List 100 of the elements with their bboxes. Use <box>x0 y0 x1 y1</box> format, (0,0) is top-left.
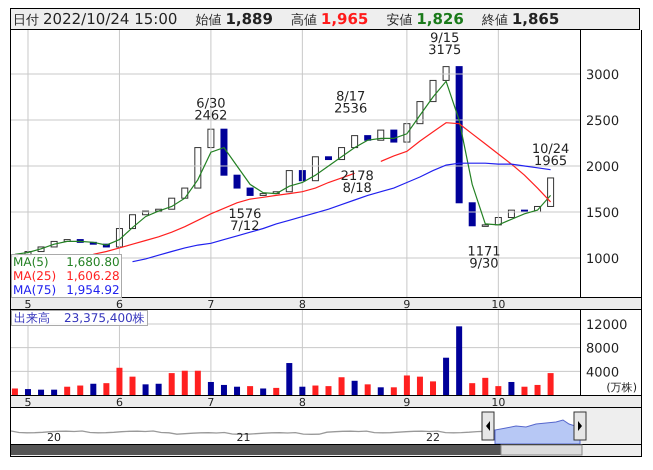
candlestick <box>234 174 241 189</box>
month-label: 9 <box>403 396 410 408</box>
candlestick <box>338 147 346 160</box>
year-label: 20 <box>47 431 61 444</box>
volume-bar <box>90 384 96 395</box>
volume-bar <box>364 384 371 395</box>
field-value: 2022/10/24 15:00 <box>43 10 178 28</box>
volume-bar <box>64 386 70 395</box>
volume-bar <box>194 370 201 395</box>
month-label: 7 <box>207 396 214 408</box>
candlestick <box>442 66 450 81</box>
annotation-label: 8/18 <box>342 180 372 196</box>
month-label: 10 <box>491 396 506 408</box>
field-label: 高値 <box>290 12 317 28</box>
field-label: 始値 <box>195 12 222 28</box>
volume-bar <box>404 375 410 395</box>
candlestick <box>286 170 293 192</box>
unit-label: (万株) <box>606 381 637 394</box>
month-label: 5 <box>24 298 32 310</box>
range-handle[interactable] <box>574 412 586 440</box>
month-label: 6 <box>116 396 123 408</box>
volume-bar <box>495 386 502 395</box>
volume-bar <box>534 384 541 395</box>
axis-tick-label: 8000 <box>586 342 620 357</box>
axis-tick-label: 1000 <box>586 252 620 267</box>
legend-value: 1,680.80 <box>66 255 120 269</box>
volume-bar <box>521 386 528 395</box>
legend-label: MA(25) <box>13 269 56 283</box>
scrollbar-thumb[interactable] <box>500 444 582 456</box>
axis-tick-label: 12000 <box>586 318 628 333</box>
year-label: 22 <box>426 431 440 444</box>
legend-label: 出来高 <box>14 311 50 325</box>
volume-bar <box>338 377 345 395</box>
volume-bar <box>220 384 227 395</box>
field-label: 安値 <box>386 12 412 28</box>
legend-label: MA(75) <box>13 283 56 297</box>
volume-bar <box>51 390 58 395</box>
volume-bar <box>77 386 84 395</box>
axis-tick-label: 2500 <box>586 114 620 129</box>
field-value: 1,889 <box>225 10 273 28</box>
volume-bar <box>390 387 397 395</box>
volume-bar <box>508 382 514 395</box>
legend-value: 23,375,400株 <box>64 311 145 325</box>
candlestick <box>194 147 202 189</box>
volume-bar <box>208 382 214 395</box>
candlestick <box>547 177 554 207</box>
volume-bar <box>352 380 358 395</box>
candlestick <box>364 135 372 141</box>
volume-bar <box>443 358 450 395</box>
candlestick <box>312 156 319 182</box>
month-label: 6 <box>116 298 123 310</box>
volume-bar <box>469 383 476 395</box>
legend-label: MA(5) <box>13 255 49 269</box>
year-label: 21 <box>236 431 250 444</box>
volume-bar <box>116 368 122 395</box>
volume-bar <box>142 384 149 395</box>
annotation-label: 2462 <box>194 108 228 124</box>
volume-bar <box>273 388 280 395</box>
volume-bar <box>299 386 306 395</box>
volume-bar <box>260 388 266 395</box>
candlestick <box>325 156 332 160</box>
volume-bar <box>416 376 423 395</box>
candlestick <box>468 202 476 226</box>
month-label: 9 <box>403 298 410 310</box>
volume-bar <box>234 386 240 395</box>
volume-bar <box>168 373 175 395</box>
volume-bar <box>326 386 332 395</box>
annotation-label: 2536 <box>334 102 368 117</box>
volume-bar <box>12 388 18 395</box>
volume-bar <box>456 326 462 395</box>
volume-bar <box>312 386 318 395</box>
volume-bar <box>182 370 188 395</box>
volume-bar <box>38 390 44 395</box>
annotation-label: 1576 <box>228 207 262 222</box>
month-label: 7 <box>207 298 214 310</box>
month-label: 10 <box>491 298 506 310</box>
annotation-label: 1965 <box>534 154 568 170</box>
volume-bar <box>430 381 436 395</box>
field-label: 日付 <box>13 12 39 28</box>
legend-value: 1,606.28 <box>66 269 120 283</box>
candlestick <box>351 135 358 148</box>
volume-bar <box>247 386 254 395</box>
candlestick <box>377 130 384 141</box>
field-value: 1,965 <box>320 10 368 28</box>
axis-tick-label: 2000 <box>586 160 620 175</box>
annotation-label: 7/12 <box>230 219 260 234</box>
range-handle[interactable] <box>482 412 494 440</box>
candlestick <box>168 198 176 210</box>
candlestick <box>430 80 437 102</box>
axis-tick-label: 1500 <box>586 206 620 221</box>
volume-bar <box>482 378 488 395</box>
volume-bar <box>286 363 292 395</box>
candlestick <box>181 188 188 199</box>
volume-bar <box>548 373 554 395</box>
legend-value: 1,954.92 <box>66 283 120 297</box>
volume-bar <box>130 376 136 395</box>
axis-tick-label: 4000 <box>586 365 620 380</box>
candlestick <box>129 214 136 230</box>
volume-bar <box>24 389 31 395</box>
annotation-label: 3175 <box>428 42 462 58</box>
